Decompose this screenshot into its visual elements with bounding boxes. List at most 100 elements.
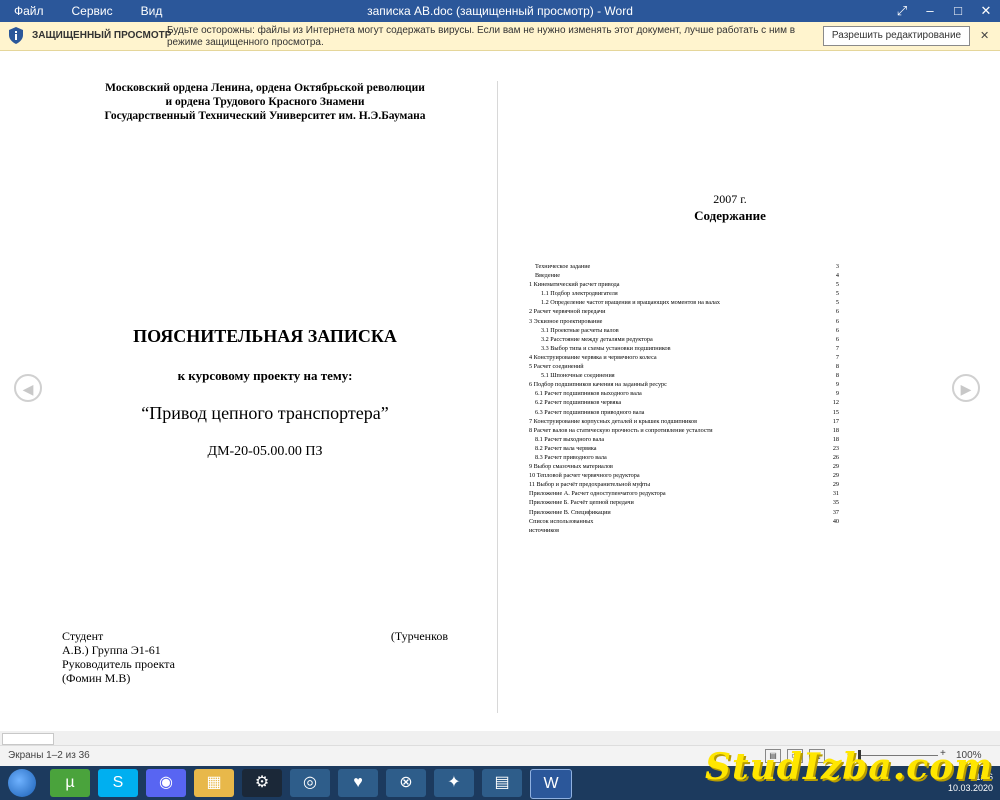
toc-entry-title: 3.3 Выбор типа и схемы установки подшипн… bbox=[541, 344, 671, 352]
close-icon[interactable]: ✕ bbox=[972, 0, 1000, 22]
toc-entry-page: 26 bbox=[832, 453, 839, 461]
toc-entry-title: Техническое задание bbox=[535, 263, 591, 270]
toc-entry-page: 17 bbox=[832, 417, 839, 425]
toc-entry-title: 11 Выбор и расчёт предохранительной муфт… bbox=[529, 481, 651, 489]
window-controls: ⤢ – □ ✕ bbox=[888, 0, 1000, 22]
toc-entry-page: 6 bbox=[835, 308, 839, 316]
protected-view-bar: ЗАЩИЩЕННЫЙ ПРОСМОТР Будьте осторожны: фа… bbox=[0, 22, 1000, 51]
toc-entry-title: 6.2 Расчет подшипников червяка bbox=[535, 399, 622, 407]
toc-entry-title: 4 Конструирование червяка и червячного к… bbox=[529, 353, 657, 361]
menu-tools[interactable]: Сервис bbox=[58, 0, 127, 22]
toc-entry[interactable]: 11 Выбор и расчёт предохранительной муфт… bbox=[529, 480, 839, 489]
winrar-icon[interactable]: ▤ bbox=[482, 769, 522, 797]
toc-entry-page: 37 bbox=[832, 508, 839, 516]
toc-entry[interactable]: 8 Расчет валов на статическую прочность … bbox=[529, 426, 839, 435]
toc-entry-title: 8 Расчет валов на статическую прочность … bbox=[529, 426, 713, 434]
page-counter: Экраны 1–2 из 36 bbox=[8, 750, 90, 761]
menu-bar: Файл Сервис Вид bbox=[0, 0, 176, 22]
previous-screen-icon[interactable]: ◀ bbox=[14, 374, 42, 402]
toc-entry-title: 3.2 Расстояние между деталями редуктора bbox=[541, 335, 653, 343]
university-line-1: Московский ордена Ленина, ордена Октябрь… bbox=[105, 82, 425, 94]
skype-icon[interactable]: S bbox=[98, 769, 138, 797]
toc-entry-page: 31 bbox=[832, 490, 839, 498]
menu-file[interactable]: Файл bbox=[0, 0, 58, 22]
student-label: Студент bbox=[62, 629, 104, 643]
toc-entry[interactable]: 8.3 Расчет приводного вала 26 bbox=[529, 453, 839, 462]
toc-entry-page: 35 bbox=[832, 499, 839, 507]
university-name: Московский ордена Ленина, ордена Октябрь… bbox=[60, 81, 470, 123]
toc-entry[interactable]: Приложение А. Расчет одноступенчатого ре… bbox=[529, 489, 839, 498]
word-icon[interactable]: W bbox=[530, 769, 572, 799]
toc-entry-page: 8 bbox=[835, 372, 839, 380]
toc-entry[interactable]: 3 Эскизное проектирование 6 bbox=[529, 317, 839, 326]
toc-entry[interactable]: Список использованных 40 bbox=[529, 517, 839, 526]
toc-entry-title: 10 Тепловой расчет червячного редуктора bbox=[529, 472, 640, 480]
toc-entry[interactable]: 6 Подбор подшипников качения на заданный… bbox=[529, 380, 839, 389]
heart-app-icon[interactable]: ♥ bbox=[338, 769, 378, 797]
toc-entry-page: 3 bbox=[835, 263, 839, 270]
toc-entry[interactable]: 1 Кинематический расчет привода 5 bbox=[529, 280, 839, 289]
toc-entry-page: 9 bbox=[835, 390, 839, 398]
fullscreen-icon[interactable]: ⤢ bbox=[888, 0, 916, 22]
toc-entry-title: 1 Кинематический расчет привода bbox=[529, 281, 620, 289]
toc-entry[interactable]: 3.2 Расстояние между деталями редуктора 6 bbox=[529, 335, 839, 344]
toc-entry-title: 8.2 Расчет вала червяка bbox=[535, 444, 597, 452]
maximize-icon[interactable]: □ bbox=[944, 0, 972, 22]
supervisor-label: Руководитель проекта bbox=[62, 657, 175, 671]
toc-entry[interactable]: 2 Расчет червячной передачи 6 bbox=[529, 307, 839, 316]
discord-icon[interactable]: ◉ bbox=[146, 769, 186, 797]
next-screen-icon[interactable]: ▶ bbox=[952, 374, 980, 402]
minimize-icon[interactable]: – bbox=[916, 0, 944, 22]
toc-entry[interactable]: Приложение Б. Расчёт цепной передачи 35 bbox=[529, 498, 839, 507]
toc-entry[interactable]: 4 Конструирование червяка и червячного к… bbox=[529, 353, 839, 362]
toc-entry-page: 5 bbox=[835, 299, 839, 307]
toc-entry[interactable]: 6.1 Расчет подшипников выходного вала 9 bbox=[529, 389, 839, 398]
student-name-start: (Турченков bbox=[390, 629, 448, 643]
toc-entry[interactable]: 5 Расчет соединений 8 bbox=[529, 362, 839, 371]
horizontal-scrollbar[interactable] bbox=[0, 731, 1000, 745]
toc-entry[interactable]: 1.1 Подбор электродвигателя 5 bbox=[529, 289, 839, 298]
file-explorer-icon[interactable]: ▦ bbox=[194, 769, 234, 797]
toc-entry-page: 5 bbox=[835, 290, 839, 298]
toc-entry[interactable]: 10 Тепловой расчет червячного редуктора 2… bbox=[529, 471, 839, 480]
document-area[interactable]: ◀ ▶ Московский ордена Ленина, ордена Окт… bbox=[0, 51, 1000, 731]
toc-entry[interactable]: Техническое задание 3 bbox=[529, 262, 839, 271]
start-button[interactable] bbox=[8, 769, 36, 797]
toc-entry[interactable]: 6.2 Расчет подшипников червяка 12 bbox=[529, 398, 839, 407]
steam-icon[interactable]: ⚙ bbox=[242, 769, 282, 797]
document-code: ДМ-20-05.00.00 ПЗ bbox=[207, 444, 323, 459]
toc-entry-title: Приложение Б. Расчёт цепной передачи bbox=[529, 499, 634, 507]
toc-entry-page: 15 bbox=[832, 408, 839, 416]
autocad-icon[interactable]: ⊗ bbox=[386, 769, 426, 797]
toc-entry[interactable]: 1.2 Определение частот вращения и вращаю… bbox=[529, 298, 839, 307]
toc-entry-title: источников bbox=[529, 526, 560, 534]
toc-entry[interactable]: 6.3 Расчет подшипников приводного вала 15 bbox=[529, 408, 839, 417]
toc-entry[interactable]: Приложение В. Спецификации 37 bbox=[529, 508, 839, 517]
document-title: ПОЯСНИТЕЛЬНАЯ ЗАПИСКА bbox=[133, 326, 397, 346]
signatures-block: Студент (Турченков А.В.) Группа Э1-61 Ру… bbox=[62, 629, 452, 685]
toc-entry[interactable]: 5.1 Шпоночные соединения 8 bbox=[529, 371, 839, 380]
student-row: Студент (Турченков bbox=[62, 629, 452, 643]
menu-view[interactable]: Вид bbox=[127, 0, 177, 22]
toc-entry[interactable]: 3.1 Проектные расчеты валов 6 bbox=[529, 326, 839, 335]
toc-entry-title: 3 Эскизное проектирование bbox=[529, 317, 603, 325]
toc-entry[interactable]: 7 Конструирование корпусных деталей и кр… bbox=[529, 417, 839, 426]
toc-entry-title: 5.1 Шпоночные соединения bbox=[541, 372, 615, 380]
toc-entry-title: 6.1 Расчет подшипников выходного вала bbox=[535, 390, 642, 398]
toc-entry[interactable]: Введение 4 bbox=[529, 271, 839, 280]
toc-entry[interactable]: 8.2 Расчет вала червяка 23 bbox=[529, 444, 839, 453]
scrollbar-thumb[interactable] bbox=[2, 733, 54, 745]
toc-entry-title: 5 Расчет соединений bbox=[529, 363, 584, 371]
toc-entry[interactable]: 9 Выбор смазочных материалов 29 bbox=[529, 462, 839, 471]
toc-entry[interactable]: источников bbox=[529, 526, 839, 535]
network-icon[interactable]: ✦ bbox=[434, 769, 474, 797]
toc-entry[interactable]: 8.1 Расчет выходного вала 18 bbox=[529, 435, 839, 444]
toc-entry-title: Введение bbox=[535, 272, 560, 280]
university-line-3: Государственный Технический Университет … bbox=[104, 110, 426, 122]
utorrent-icon[interactable]: µ bbox=[50, 769, 90, 797]
toc-entry[interactable]: 3.3 Выбор типа и схемы установки подшипн… bbox=[529, 344, 839, 353]
close-bar-icon[interactable]: ✕ bbox=[980, 29, 989, 42]
document-year: 2007 г. bbox=[713, 192, 747, 206]
chrome-icon[interactable]: ◎ bbox=[290, 769, 330, 797]
enable-editing-button[interactable]: Разрешить редактирование bbox=[823, 26, 970, 46]
